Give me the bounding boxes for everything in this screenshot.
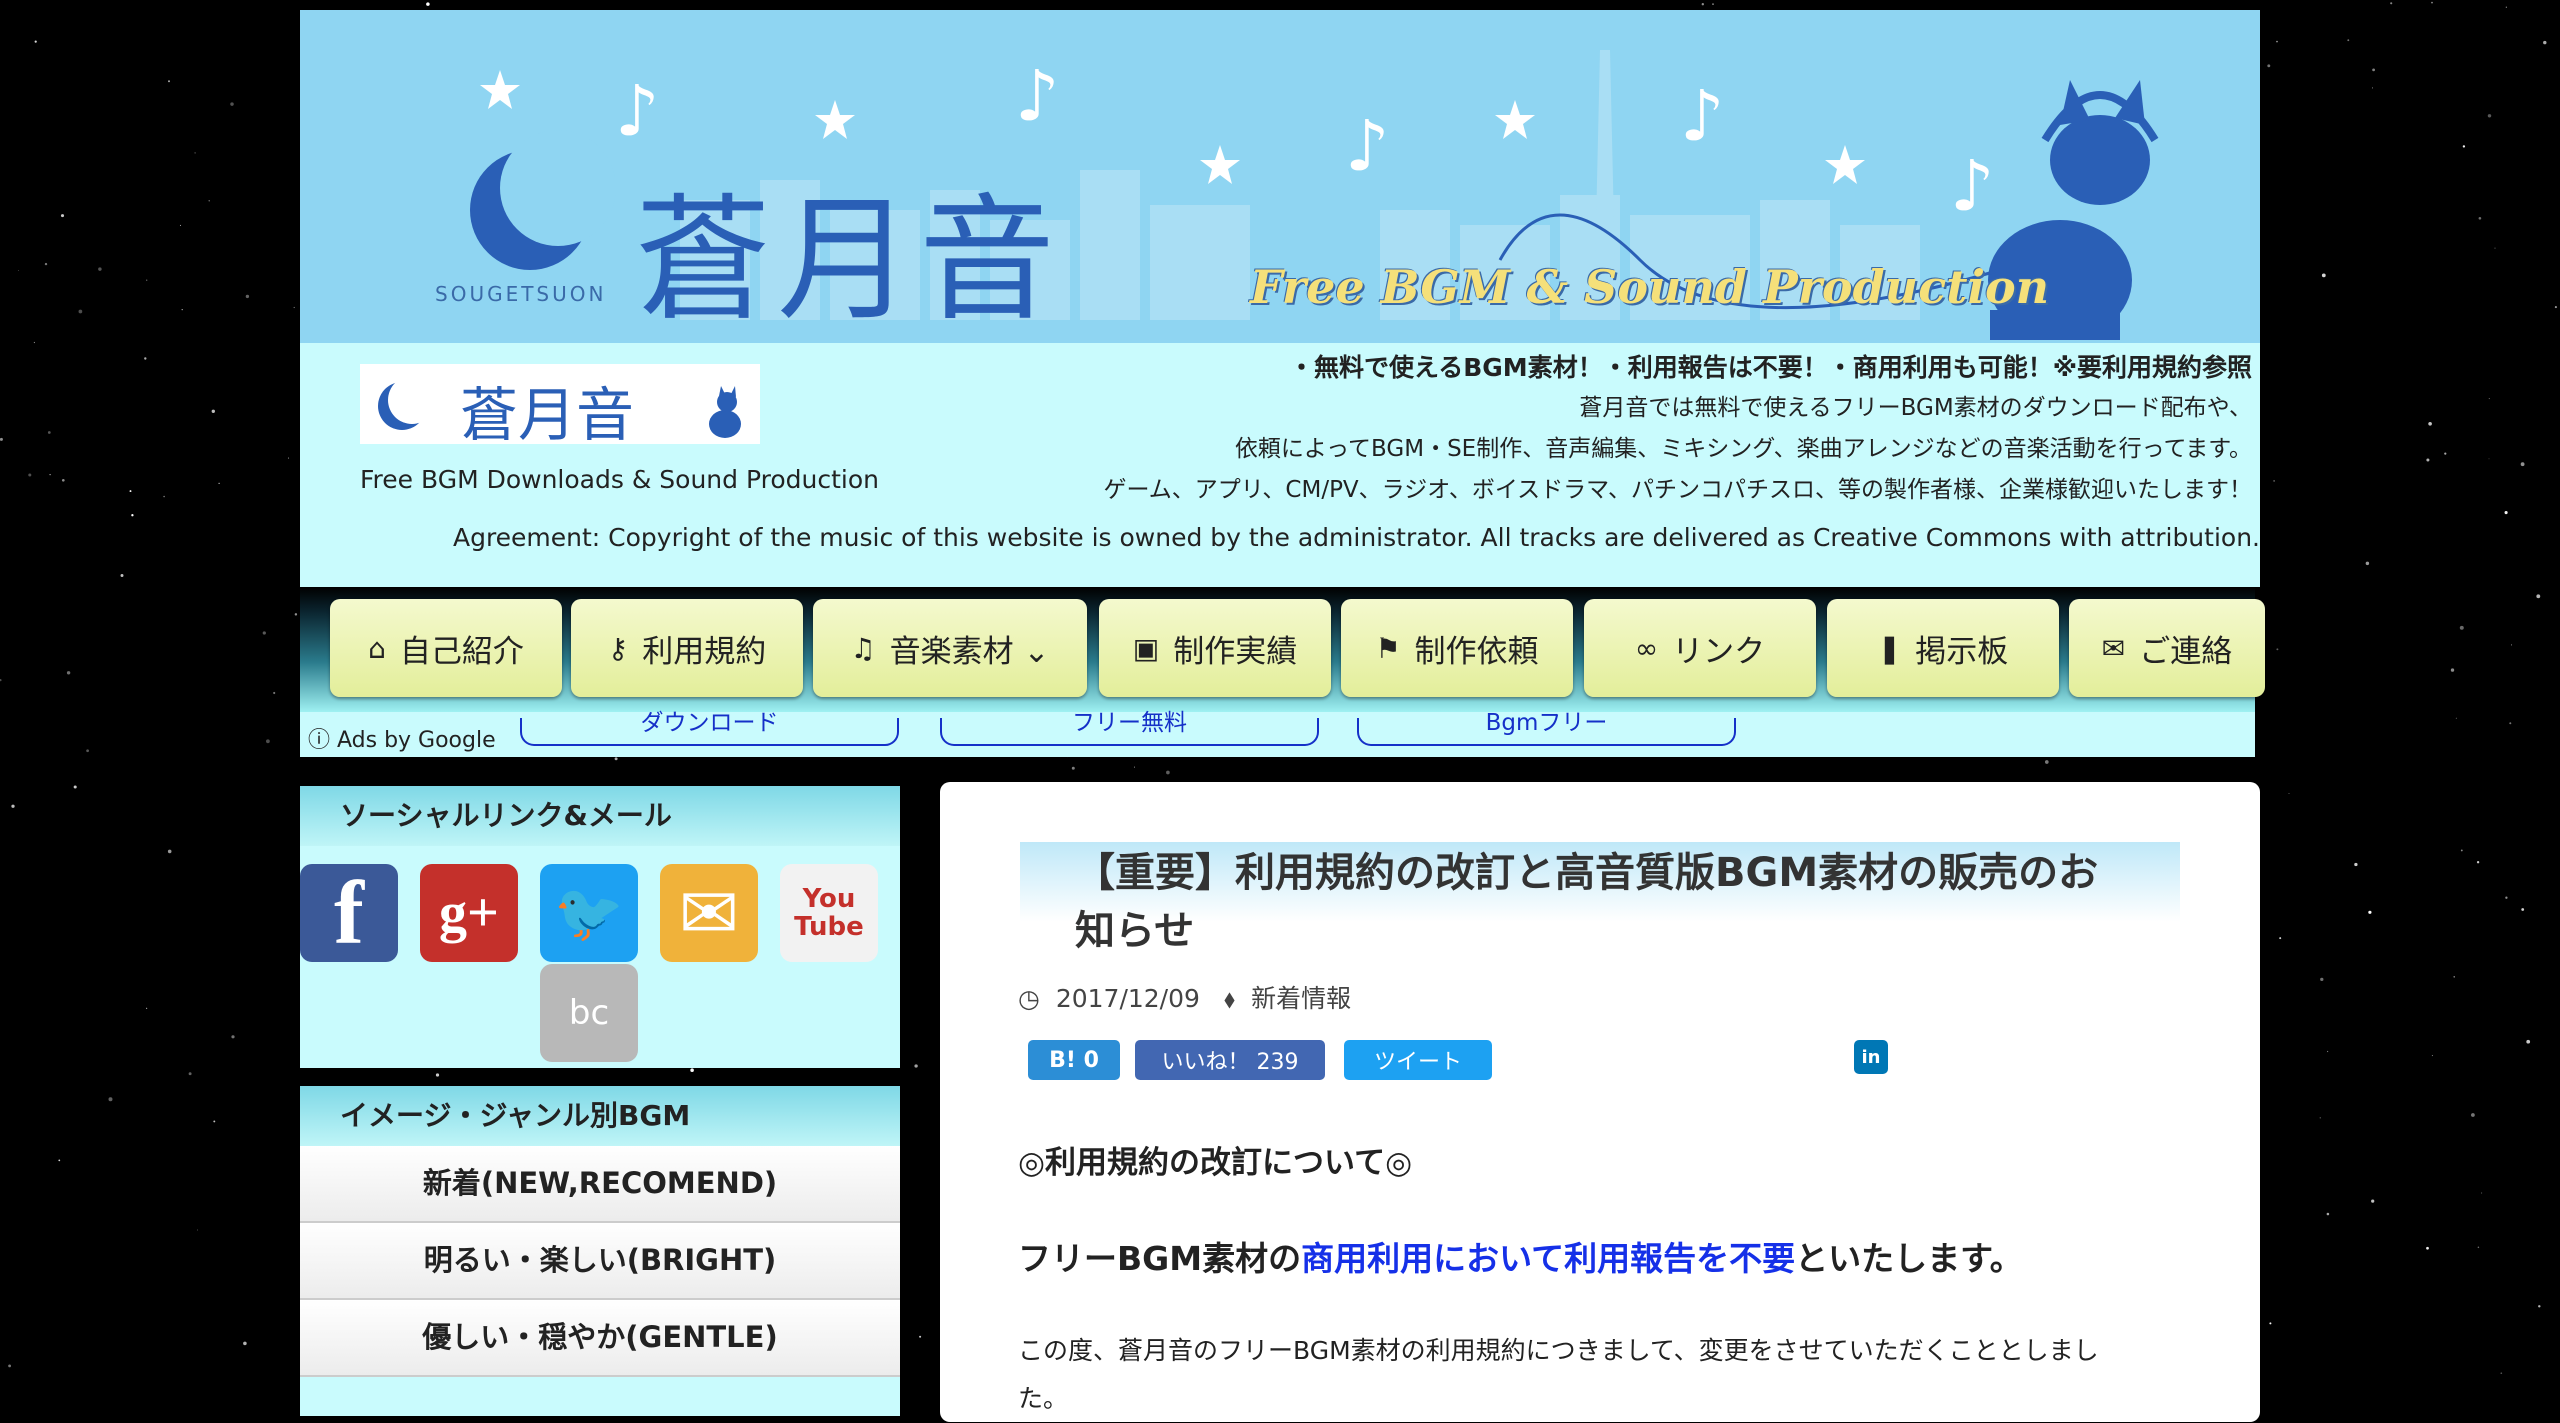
nav-item-label: 制作依頼 (1414, 633, 1539, 670)
site-info: 蒼月音 Free BGM Downloads & Sound Productio… (300, 343, 2260, 587)
mail-icon: ✉ (2101, 631, 2126, 665)
site-tagline: Free BGM Downloads & Sound Production (360, 465, 879, 494)
youtube-icon[interactable]: You Tube (780, 864, 878, 962)
clock-icon: ◷ (1018, 984, 1040, 1013)
headline: フリーBGM素材の商用利用において利用報告を不要といたします。 (1018, 1232, 2023, 1280)
nav-item-links[interactable]: ∞ リンク (1584, 599, 1816, 697)
genre-link-bright[interactable]: 明るい・楽しい(BRIGHT) (300, 1223, 900, 1300)
nav-item-label: 音楽素材 ⌄ (889, 633, 1050, 670)
site-logo-title: 蒼月音 (460, 381, 635, 449)
ad-link[interactable]: フリー無料 (940, 712, 1319, 746)
nav-item-terms[interactable]: ⚷ 利用規約 (571, 599, 803, 697)
nav-item-contact[interactable]: ✉ ご連絡 (2069, 599, 2265, 697)
linkedin-icon[interactable]: in (1854, 1040, 1888, 1074)
header-banner[interactable]: ♪ ♪ ♪ ♪ ♪ 蒼月音 Free BGM & Sound Productio… (300, 10, 2260, 343)
cat-icon (709, 386, 741, 438)
ad-link[interactable]: ダウンロード (520, 712, 899, 746)
comment-icon: ❚ (1877, 631, 1902, 665)
nav-item-profile[interactable]: ⌂ 自己紹介 (330, 599, 562, 697)
google-plus-icon[interactable]: g+ (420, 864, 518, 962)
tag-icon: ⬧ (1223, 984, 1236, 1013)
headline-text: といたします。 (1795, 1239, 2023, 1278)
svg-text:♪: ♪ (1345, 105, 1390, 187)
facebook-like-button[interactable]: いいね！ 239 (1135, 1040, 1325, 1080)
tweet-button[interactable]: ツイート (1344, 1040, 1492, 1080)
ad-link[interactable]: Bgmフリー (1357, 712, 1736, 746)
post-category[interactable]: 新着情報 (1251, 984, 1351, 1013)
article: 【重要】利用規約の改訂と高音質版BGM素材の販売のお知らせ ◷ 2017/12/0… (940, 782, 2260, 1422)
nav-item-works[interactable]: ▣ 制作実績 (1099, 599, 1331, 697)
mail-icon[interactable]: ✉ (660, 864, 758, 962)
site-logo[interactable]: 蒼月音 (360, 364, 760, 449)
social-heading: ソーシャルリンク&メール (300, 786, 900, 846)
info-line-features: ・無料で使えるBGM素材！・利用報告は不要！・商用利用も可能！※要利用規約参照 (1288, 353, 2252, 382)
genre-link-gentle[interactable]: 優しい・穏やか(GENTLE) (300, 1300, 900, 1377)
facebook-icon[interactable]: f (300, 864, 398, 963)
nav-item-label: リンク (1672, 633, 1766, 670)
svg-text:♪: ♪ (1950, 145, 1995, 227)
genre-widget: イメージ・ジャンル別BGM 新着(NEW,RECOMEND) 明るい・楽しい(B… (300, 1086, 900, 1416)
svg-text:♪: ♪ (615, 70, 660, 152)
headline-highlight: 商用利用において利用報告を不要 (1301, 1239, 1796, 1278)
flag-icon: ⚑ (1375, 631, 1401, 665)
hatena-bookmark-button[interactable]: B! 0 (1028, 1040, 1120, 1080)
svg-text:♪: ♪ (1015, 55, 1060, 137)
nav-item-label: 制作実績 (1173, 633, 1298, 670)
info-line: 依頼によってBGM・SE制作、音声編集、ミキシング、楽曲アレンジなどの音楽活動を… (1234, 436, 2252, 462)
info-line: 蒼月音では無料で使えるフリーBGM素材のダウンロード配布や、 (1579, 395, 2252, 421)
moon-icon (388, 376, 436, 424)
link-icon: ∞ (1634, 631, 1659, 665)
agreement-text: Agreement: Copyright of the music of thi… (452, 523, 2260, 552)
nav-item-music[interactable]: ♫ 音楽素材 ⌄ (813, 599, 1087, 697)
article-title: 【重要】利用規約の改訂と高音質版BGM素材の販売のお知らせ (1075, 850, 2099, 954)
genre-link-new[interactable]: 新着(NEW,RECOMEND) (300, 1146, 900, 1223)
nav-item-request[interactable]: ⚑ 制作依頼 (1341, 599, 1573, 697)
article-body: この度、蒼月音のフリーBGM素材の利用規約につきまして、変更をさせていただくこと… (1018, 1336, 2099, 1413)
nav-item-label: 自己紹介 (399, 633, 524, 670)
main-nav: ⌂ 自己紹介 ⚷ 利用規約 ♫ 音楽素材 ⌄ ▣ 制作実績 ⚑ 制作依頼 ∞ リ… (300, 587, 2265, 712)
section-heading: ◎利用規約の改訂について◎ (1018, 1145, 1413, 1181)
nav-item-label: 利用規約 (642, 633, 767, 670)
works-icon: ▣ (1132, 631, 1160, 665)
genre-heading: イメージ・ジャンル別BGM (300, 1086, 900, 1146)
nav-item-label: 掲示板 (1915, 633, 2009, 670)
site-description: ・無料で使えるBGM素材！・利用報告は不要！・商用利用も可能！※要利用規約参照 … (1103, 347, 2252, 511)
headline-text: フリーBGM素材の (1018, 1239, 1302, 1278)
post-date: 2017/12/09 (1055, 984, 1200, 1013)
music-note-icon: ♫ (850, 631, 876, 665)
banner-logo-text: SOUGETSUON (435, 282, 607, 306)
twitter-icon[interactable]: 🐦 (540, 864, 638, 962)
ads-bar: ⓘ Ads by Google ダウンロード フリー無料 Bgmフリー (300, 712, 2255, 757)
svg-text:♪: ♪ (1680, 75, 1725, 157)
article-meta: ◷ 2017/12/09 ⬧ 新着情報 (1018, 979, 1367, 1015)
bandcamp-icon[interactable]: bc (540, 964, 638, 1062)
info-line: ゲーム、アプリ、CM/PV、ラジオ、ボイスドラマ、パチンコパチスロ、等の製作者様… (1103, 477, 2252, 503)
ads-label[interactable]: ⓘ Ads by Google (308, 722, 496, 754)
social-links-widget: ソーシャルリンク&メール f g+ 🐦 ✉ You Tube bc (300, 786, 900, 1068)
nav-item-label: ご連絡 (2139, 633, 2233, 670)
nav-item-bbs[interactable]: ❚ 掲示板 (1827, 599, 2059, 697)
banner-title: 蒼月音 (635, 182, 1061, 340)
banner-subtitle: Free BGM & Sound Production (1250, 260, 2050, 314)
home-icon: ⌂ (368, 631, 386, 665)
key-icon: ⚷ (607, 631, 629, 665)
